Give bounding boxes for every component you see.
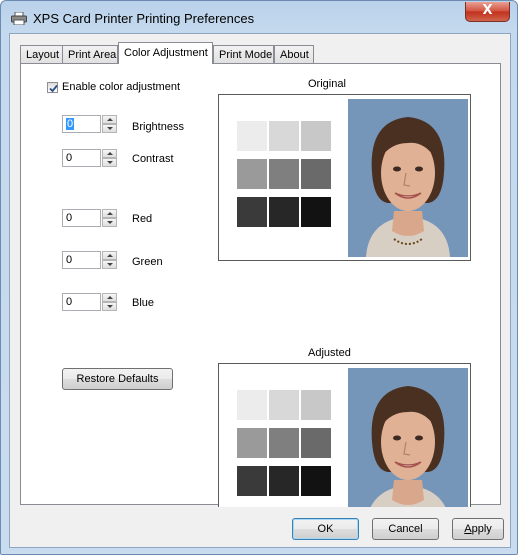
red-input[interactable]: 0 [62,209,101,227]
green-down-button[interactable] [102,260,117,269]
brightness-input[interactable]: 0 [62,115,101,133]
dialog-client: Layout Print Area Color Adjustment Print… [9,33,511,548]
original-preview [218,94,471,261]
blue-label: Blue [132,297,155,309]
contrast-stepper[interactable]: 0 [62,149,117,167]
gray-swatch [237,159,267,189]
brightness-up-button[interactable] [102,115,117,124]
brightness-label: Brightness [132,121,184,133]
contrast-down-button[interactable] [102,158,117,167]
green-up-button[interactable] [102,251,117,260]
brightness-stepper[interactable]: 0 [62,115,117,133]
gray-swatch [301,428,331,458]
gray-swatch [237,197,267,227]
red-label: Red [132,213,153,225]
cancel-button[interactable]: Cancel [372,518,439,540]
checkmark-icon [49,84,58,93]
enable-color-adjustment-label: Enable color adjustment [62,81,181,93]
contrast-up-button[interactable] [102,149,117,158]
ok-button[interactable]: OK [292,518,359,540]
brightness-value: 0 [66,118,75,130]
gray-swatch [301,197,331,227]
brightness-down-button[interactable] [102,124,117,133]
printer-icon [11,12,27,25]
color-adjustment-panel: Enable color adjustment 0 Brightness 0 C… [20,63,501,530]
red-down-button[interactable] [102,218,117,227]
brightness-spin-buttons [102,115,117,133]
original-preview-label: Original [308,78,346,90]
tab-color-adjustment[interactable]: Color Adjustment [118,42,213,64]
red-spin-buttons [102,209,117,227]
window-title: XPS Card Printer Printing Preferences [33,11,255,26]
gray-swatch [301,159,331,189]
apply-accelerator: A [464,523,472,535]
gray-swatch [269,428,299,458]
gray-swatch [301,121,331,151]
close-button[interactable]: X [465,2,510,22]
blue-stepper[interactable]: 0 [62,293,117,311]
restore-defaults-button[interactable]: Restore Defaults [62,368,173,390]
contrast-input[interactable]: 0 [62,149,101,167]
contrast-spin-buttons [102,149,117,167]
blue-down-button[interactable] [102,302,117,311]
adjusted-preview [218,363,471,530]
gray-swatch [237,390,267,420]
tab-print-mode[interactable]: Print Mode [213,45,274,63]
blue-input[interactable]: 0 [62,293,101,311]
green-label: Green [132,256,163,268]
tab-about[interactable]: About [274,45,314,63]
gray-swatch [269,121,299,151]
apply-button[interactable]: Apply [452,518,504,540]
gray-swatch [237,428,267,458]
tab-print-area[interactable]: Print Area [62,45,118,63]
gray-swatch [269,197,299,227]
apply-label-rest: pply [471,523,492,535]
adjusted-portrait-image [348,368,468,526]
blue-up-button[interactable] [102,293,117,302]
contrast-label: Contrast [132,153,174,165]
gray-swatch [269,466,299,496]
gray-swatch [269,390,299,420]
enable-color-adjustment-checkbox[interactable] [47,82,58,93]
gray-swatch [301,390,331,420]
adjusted-preview-label: Adjusted [308,347,351,359]
gray-swatch [237,121,267,151]
original-portrait-image [348,99,468,257]
red-stepper[interactable]: 0 [62,209,117,227]
tab-layout[interactable]: Layout [20,45,63,63]
green-stepper[interactable]: 0 [62,251,117,269]
gray-swatch [301,466,331,496]
button-bar: OK Cancel Apply [10,507,510,547]
close-icon: X [482,3,493,18]
gray-swatch [237,466,267,496]
gray-swatch [269,159,299,189]
green-spin-buttons [102,251,117,269]
dialog-window: XPS Card Printer Printing Preferences X … [0,0,518,555]
red-up-button[interactable] [102,209,117,218]
green-input[interactable]: 0 [62,251,101,269]
title-bar: XPS Card Printer Printing Preferences X [1,1,517,33]
blue-spin-buttons [102,293,117,311]
